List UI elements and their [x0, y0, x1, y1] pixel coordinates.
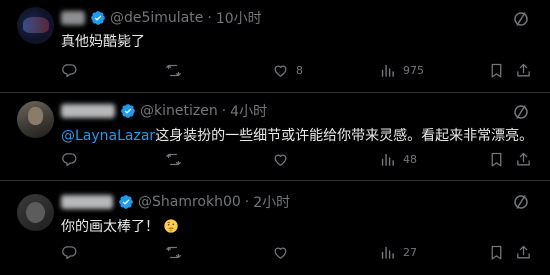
like-icon — [272, 62, 289, 79]
grok-icon[interactable] — [512, 103, 530, 121]
share-button[interactable] — [515, 62, 532, 79]
views-icon — [379, 151, 396, 168]
views-icon — [379, 62, 396, 79]
blurred-display-name — [61, 195, 113, 209]
views-icon — [379, 244, 396, 261]
like-icon — [272, 151, 289, 168]
view-count: 27 — [403, 246, 417, 259]
like-button[interactable] — [272, 151, 289, 168]
bookmark-button[interactable] — [488, 62, 505, 79]
avatar[interactable] — [17, 194, 54, 231]
separator-dot: · — [207, 10, 212, 26]
reply-icon — [61, 62, 78, 79]
share-icon — [515, 244, 532, 261]
timestamp[interactable]: 2小时 — [253, 192, 290, 212]
bookmark-button[interactable] — [488, 244, 505, 261]
user-handle[interactable]: @kinetizen — [140, 103, 218, 119]
retweet-icon — [165, 244, 182, 261]
reply-body: 真他妈酷毙了 — [61, 34, 145, 50]
reply-button[interactable] — [61, 62, 78, 79]
share-button[interactable] — [515, 244, 532, 261]
reply-body: 你的画太棒了！ — [61, 219, 159, 235]
share-icon — [515, 151, 532, 168]
retweet-icon — [165, 62, 182, 79]
action-bar: 48 — [61, 151, 531, 171]
separator-dot: · — [244, 194, 250, 210]
grok-icon[interactable] — [512, 193, 530, 211]
verified-badge-icon — [118, 194, 134, 210]
reply-header: @de5imulate · 10小时 — [61, 8, 262, 28]
like-button[interactable]: 8 — [272, 62, 303, 79]
reply-icon — [61, 151, 78, 168]
bookmark-button[interactable] — [488, 151, 505, 168]
views-button[interactable]: 975 — [379, 62, 424, 79]
reply-card[interactable]: @de5imulate · 10小时 真他妈酷毙了 8 975 — [0, 0, 550, 93]
reply-card[interactable]: @kinetizen · 4小时 @LaynaLazar这身装扮的一些细节或许能… — [0, 93, 550, 181]
reply-card[interactable]: @Shamrokh00 · 2小时 你的画太棒了！ 27 — [0, 181, 550, 275]
reply-body: 这身装扮的一些细节或许能给你带来灵感。看起来非常漂亮。 — [155, 128, 534, 144]
share-icon — [515, 62, 532, 79]
reply-text: 你的画太棒了！ — [61, 216, 179, 236]
views-button[interactable]: 27 — [379, 244, 417, 261]
thinking-face-emoji-icon — [163, 218, 179, 234]
reply-button[interactable] — [61, 244, 78, 261]
verified-badge-icon — [90, 10, 106, 26]
action-bar: 8 975 — [61, 62, 531, 82]
views-button[interactable]: 48 — [379, 151, 417, 168]
view-count: 975 — [403, 64, 424, 77]
reply-icon — [61, 244, 78, 261]
separator-dot: · — [221, 103, 227, 119]
reply-header: @Shamrokh00 · 2小时 — [61, 192, 290, 212]
reply-header: @kinetizen · 4小时 — [61, 101, 267, 121]
like-icon — [272, 244, 289, 261]
bookmark-icon — [488, 244, 505, 261]
retweet-button[interactable] — [165, 62, 182, 79]
retweet-button[interactable] — [165, 151, 182, 168]
blurred-display-name — [61, 11, 85, 25]
avatar[interactable] — [17, 101, 54, 138]
reply-button[interactable] — [61, 151, 78, 168]
view-count: 48 — [403, 153, 417, 166]
user-handle[interactable]: @de5imulate — [110, 10, 203, 26]
share-button[interactable] — [515, 151, 532, 168]
bookmark-icon — [488, 151, 505, 168]
user-handle[interactable]: @Shamrokh00 — [138, 194, 241, 210]
like-button[interactable] — [272, 244, 289, 261]
mention-link[interactable]: @LaynaLazar — [61, 128, 155, 144]
retweet-button[interactable] — [165, 244, 182, 261]
blurred-display-name — [61, 104, 115, 118]
like-count: 8 — [296, 64, 303, 77]
bookmark-icon — [488, 62, 505, 79]
avatar[interactable] — [17, 7, 54, 44]
timestamp[interactable]: 4小时 — [230, 101, 267, 121]
reply-text: 真他妈酷毙了 — [61, 31, 145, 51]
timestamp[interactable]: 10小时 — [216, 8, 262, 28]
retweet-icon — [165, 151, 182, 168]
grok-icon[interactable] — [512, 10, 530, 28]
verified-badge-icon — [120, 103, 136, 119]
reply-text: @LaynaLazar这身装扮的一些细节或许能给你带来灵感。看起来非常漂亮。 — [61, 125, 533, 145]
action-bar: 27 — [61, 244, 531, 264]
